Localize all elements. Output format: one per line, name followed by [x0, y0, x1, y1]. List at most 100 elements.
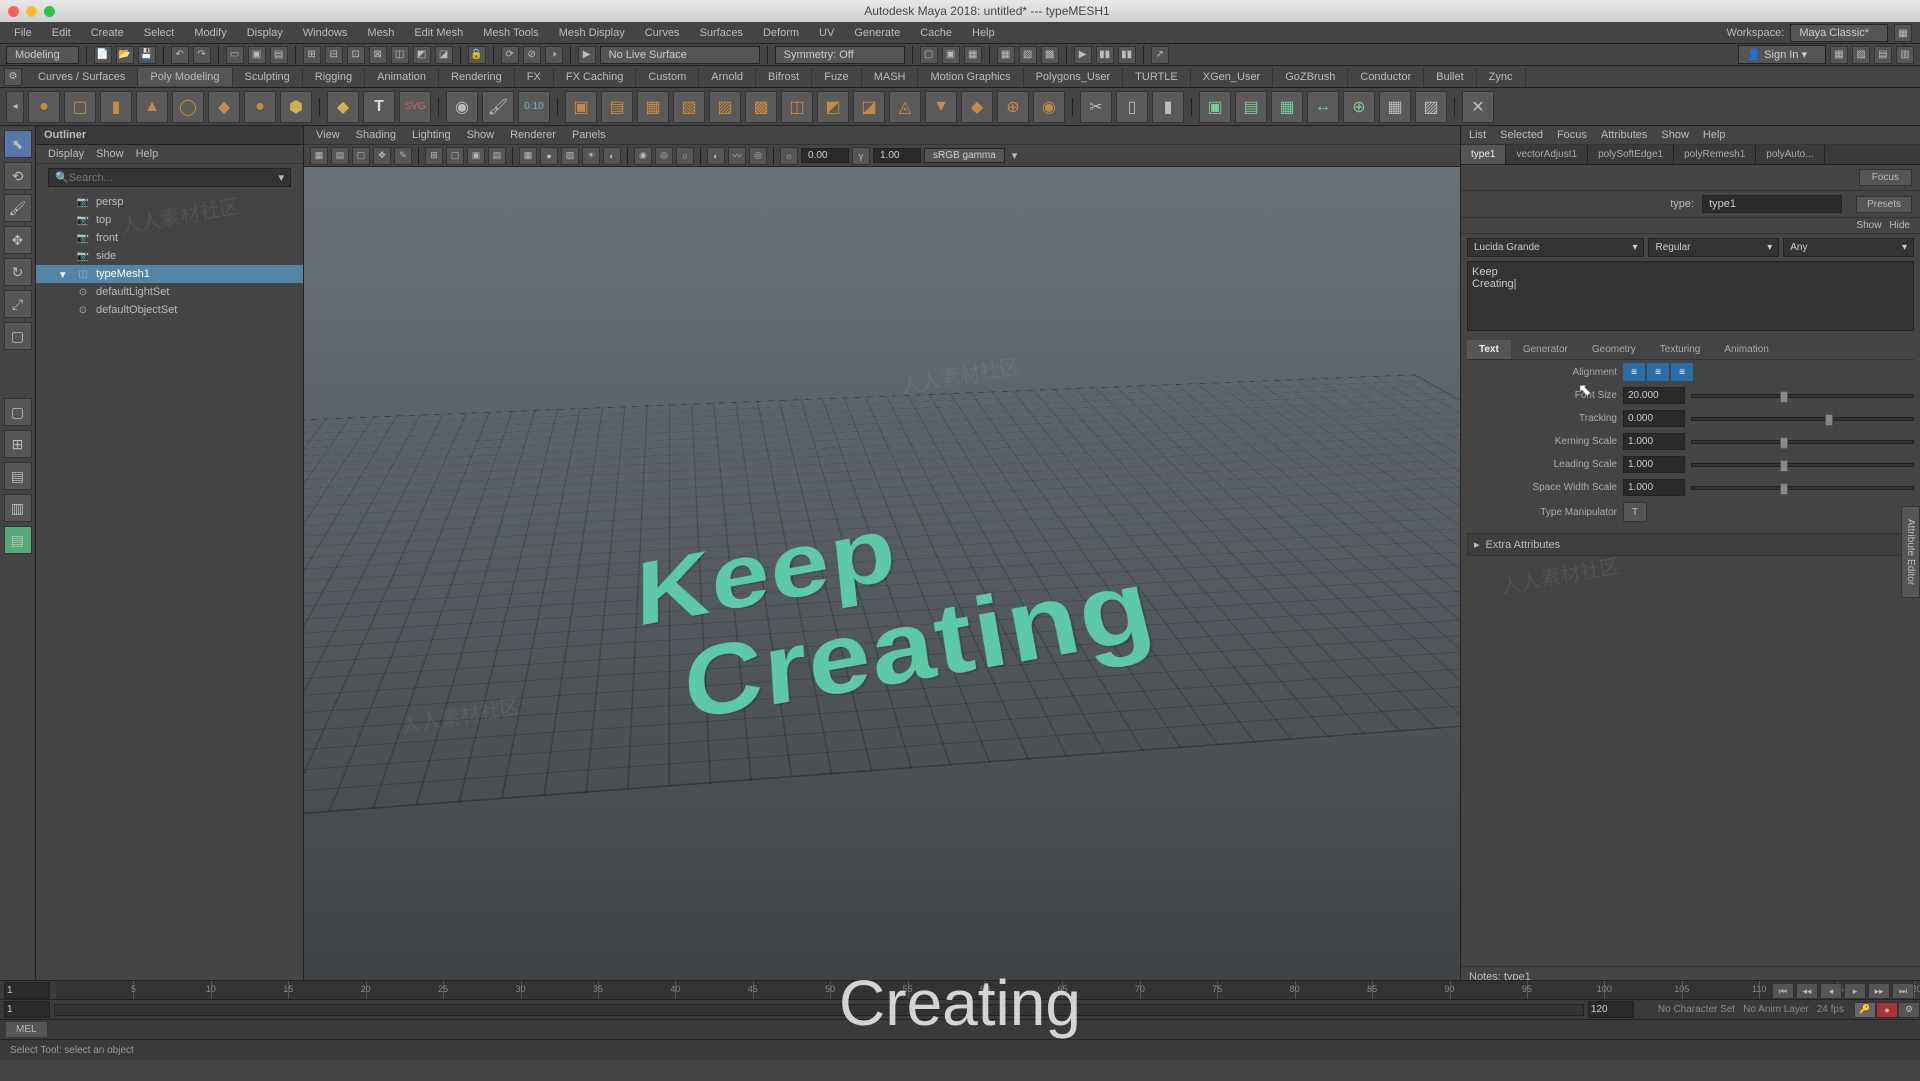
- menu-deform[interactable]: Deform: [755, 25, 807, 41]
- menu-edit-mesh[interactable]: Edit Mesh: [406, 25, 471, 41]
- menu-curves[interactable]: Curves: [637, 25, 688, 41]
- poly-disc-icon[interactable]: ●: [244, 91, 276, 123]
- menu-mesh-display[interactable]: Mesh Display: [551, 25, 633, 41]
- focus-button[interactable]: Focus: [1859, 169, 1912, 186]
- film-gate-icon[interactable]: ▢: [446, 147, 464, 165]
- poly-torus-icon[interactable]: ◯: [172, 91, 204, 123]
- ae-inner-tab-text[interactable]: Text: [1467, 340, 1511, 359]
- bookmark-icon[interactable]: ▤: [331, 147, 349, 165]
- bevel-icon[interactable]: ◫: [781, 91, 813, 123]
- history-toggle-icon[interactable]: ◑: [545, 46, 563, 64]
- ui-toggle-3-icon[interactable]: ▤: [1874, 46, 1892, 64]
- last-tool-icon[interactable]: ▢: [4, 322, 32, 350]
- viewport-3d[interactable]: Keep Creating persp: [304, 167, 1460, 1066]
- shelf-tab-poly-modeling[interactable]: Poly Modeling: [138, 68, 232, 86]
- snap-plane-icon[interactable]: ⊠: [369, 46, 387, 64]
- outliner-toggle-icon[interactable]: ▤: [4, 526, 32, 554]
- snap-point-icon[interactable]: ⊡: [347, 46, 365, 64]
- expand-icon[interactable]: ▾: [60, 268, 70, 281]
- font-lang-dropdown[interactable]: Any▾: [1783, 238, 1914, 257]
- shelf-tab-bullet[interactable]: Bullet: [1424, 68, 1477, 86]
- menu-create[interactable]: Create: [83, 25, 132, 41]
- align-right-button[interactable]: ≡: [1671, 363, 1693, 381]
- poly-cylinder-icon[interactable]: ▮: [100, 91, 132, 123]
- outliner-menu-display[interactable]: Display: [48, 148, 84, 160]
- gate-mask-icon[interactable]: ▤: [488, 147, 506, 165]
- poly-prism-icon[interactable]: ◆: [327, 91, 359, 123]
- move-tool-icon[interactable]: ✥: [4, 226, 32, 254]
- instance-icon[interactable]: ▦: [1271, 91, 1303, 123]
- outliner-item-defaultObjectSet[interactable]: ⊙defaultObjectSet: [36, 301, 303, 319]
- ipr-icon[interactable]: ▩: [1041, 46, 1059, 64]
- align-left-button[interactable]: ≡: [1623, 363, 1645, 381]
- outliner-item-typeMesh1[interactable]: ▾◫typeMesh1: [36, 265, 303, 283]
- tracking-slider[interactable]: [1691, 417, 1914, 421]
- pause-icon[interactable]: ▮▮: [1096, 46, 1114, 64]
- menu-mesh[interactable]: Mesh: [359, 25, 402, 41]
- extra-attributes-section[interactable]: ▸ Extra Attributes: [1467, 533, 1914, 556]
- shelf-tab-curves-surfaces[interactable]: Curves / Surfaces: [26, 68, 138, 86]
- viewport-menu-show[interactable]: Show: [467, 129, 495, 141]
- shelf-tab-polygons-user[interactable]: Polygons_User: [1024, 68, 1124, 86]
- outliner-menu-show[interactable]: Show: [96, 148, 124, 160]
- outliner-item-side[interactable]: 📷side: [36, 247, 303, 265]
- font-weight-dropdown[interactable]: Regular▾: [1648, 238, 1779, 257]
- smooth-icon[interactable]: ◉: [1033, 91, 1065, 123]
- insert-edge-icon[interactable]: ▯: [1116, 91, 1148, 123]
- workspace-config-icon[interactable]: ▦: [1894, 24, 1912, 42]
- menu-windows[interactable]: Windows: [295, 25, 356, 41]
- menu-help[interactable]: Help: [964, 25, 1003, 41]
- poly-type-icon[interactable]: T: [363, 91, 395, 123]
- dof-icon[interactable]: ◎: [749, 147, 767, 165]
- symmetrize-icon[interactable]: ⊕: [1343, 91, 1375, 123]
- shelf-tab-fuze[interactable]: Fuze: [812, 68, 861, 86]
- search-dropdown-icon[interactable]: ▾: [278, 171, 284, 184]
- ui-toggle-2-icon[interactable]: ▨: [1852, 46, 1870, 64]
- step-back-icon[interactable]: ◂◂: [1796, 983, 1818, 999]
- outliner-item-front[interactable]: 📷front: [36, 229, 303, 247]
- poly-cube-icon[interactable]: ▢: [64, 91, 96, 123]
- snap-view-icon[interactable]: ◩: [413, 46, 431, 64]
- shelf-tab-rendering[interactable]: Rendering: [439, 68, 515, 86]
- ae-menu-attributes[interactable]: Attributes: [1601, 129, 1647, 141]
- exposure-icon[interactable]: ☼: [780, 147, 798, 165]
- live-surface-dropdown[interactable]: No Live Surface: [600, 46, 760, 64]
- absolute-icon[interactable]: ▣: [942, 46, 960, 64]
- ui-toggle-4-icon[interactable]: ▥: [1896, 46, 1914, 64]
- align-center-button[interactable]: ≡: [1647, 363, 1669, 381]
- color-space-dropdown[interactable]: sRGB gamma: [924, 148, 1005, 163]
- menu-file[interactable]: File: [6, 25, 40, 41]
- minimize-window-icon[interactable]: [26, 6, 37, 17]
- poly-cone-icon[interactable]: ▲: [136, 91, 168, 123]
- shelf-tab-motion-graphics[interactable]: Motion Graphics: [918, 68, 1023, 86]
- ui-toggle-1-icon[interactable]: ▦: [1830, 46, 1848, 64]
- difference-icon[interactable]: ▧: [673, 91, 705, 123]
- lights-icon[interactable]: ☀: [582, 147, 600, 165]
- delete-edge-icon[interactable]: ✕: [1462, 91, 1494, 123]
- step-fwd-icon[interactable]: ▸▸: [1868, 983, 1890, 999]
- duplicate-icon[interactable]: ▤: [1235, 91, 1267, 123]
- combine-icon[interactable]: ▣: [565, 91, 597, 123]
- save-scene-icon[interactable]: 💾: [138, 46, 156, 64]
- shelf-tab-arnold[interactable]: Arnold: [699, 68, 756, 86]
- poly-sphere-icon[interactable]: ●: [28, 91, 60, 123]
- shelf-tab-fx[interactable]: FX: [515, 68, 554, 86]
- outliner-item-top[interactable]: 📷top: [36, 211, 303, 229]
- leading-field[interactable]: [1623, 456, 1685, 473]
- type-text-input[interactable]: [1467, 261, 1914, 331]
- zoom-window-icon[interactable]: [44, 6, 55, 17]
- range-start-field[interactable]: [4, 1001, 50, 1018]
- viewport-menu-shading[interactable]: Shading: [356, 129, 396, 141]
- spacewidth-slider[interactable]: [1691, 486, 1914, 490]
- current-frame-field[interactable]: [4, 982, 50, 999]
- play-fwd-icon[interactable]: ▸: [1844, 983, 1866, 999]
- play-icon[interactable]: ▶: [1074, 46, 1092, 64]
- range-end-field[interactable]: [1588, 1001, 1634, 1018]
- menu-surfaces[interactable]: Surfaces: [692, 25, 751, 41]
- redo-icon[interactable]: ↷: [193, 46, 211, 64]
- ao-icon[interactable]: ◐: [707, 147, 725, 165]
- lock-icon[interactable]: 🔒: [468, 46, 486, 64]
- new-scene-icon[interactable]: 📄: [94, 46, 112, 64]
- flip-icon[interactable]: ↔: [1307, 91, 1339, 123]
- range-track[interactable]: [54, 1004, 1584, 1016]
